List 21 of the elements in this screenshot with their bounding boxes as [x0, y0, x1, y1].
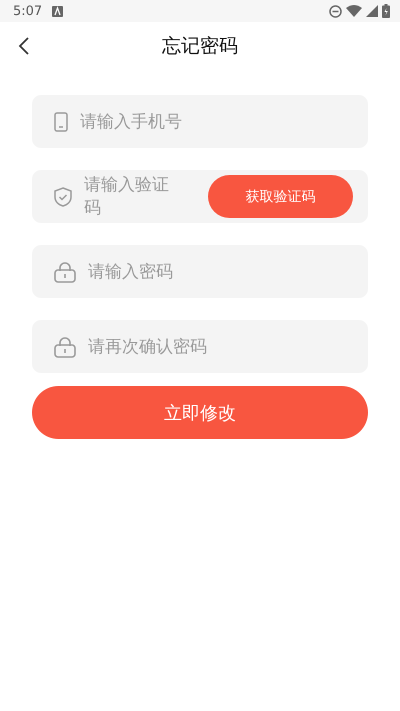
password-input-box[interactable]: 请输入密码 [32, 245, 368, 298]
phone-icon [54, 112, 68, 132]
phone-field[interactable]: 请输入手机号 [80, 112, 352, 132]
page-title: 忘记密码 [162, 34, 238, 59]
lock-icon [54, 336, 76, 358]
lock-icon [54, 260, 76, 282]
wifi-icon [346, 5, 362, 17]
submit-button[interactable]: 立即修改 [32, 386, 368, 439]
do-not-disturb-icon [329, 4, 342, 18]
battery-icon [382, 4, 390, 18]
status-time: 5:07 [13, 4, 42, 18]
code-input-box[interactable]: 请输入验证码 获取验证码 [32, 170, 368, 223]
signal-icon [366, 5, 378, 17]
password-field[interactable]: 请输入密码 [88, 262, 352, 282]
code-field[interactable]: 请输入验证码 [84, 174, 180, 220]
password-field[interactable]: 请再次确认密码 [88, 336, 352, 356]
phone-input-box[interactable]: 请输入手机号 [32, 95, 368, 148]
get-code-button[interactable]: 获取验证码 [208, 175, 353, 218]
password-input-box[interactable]: 请再次确认密码 [32, 320, 368, 373]
notification-icon [52, 6, 64, 16]
shield-check-icon [54, 186, 72, 206]
